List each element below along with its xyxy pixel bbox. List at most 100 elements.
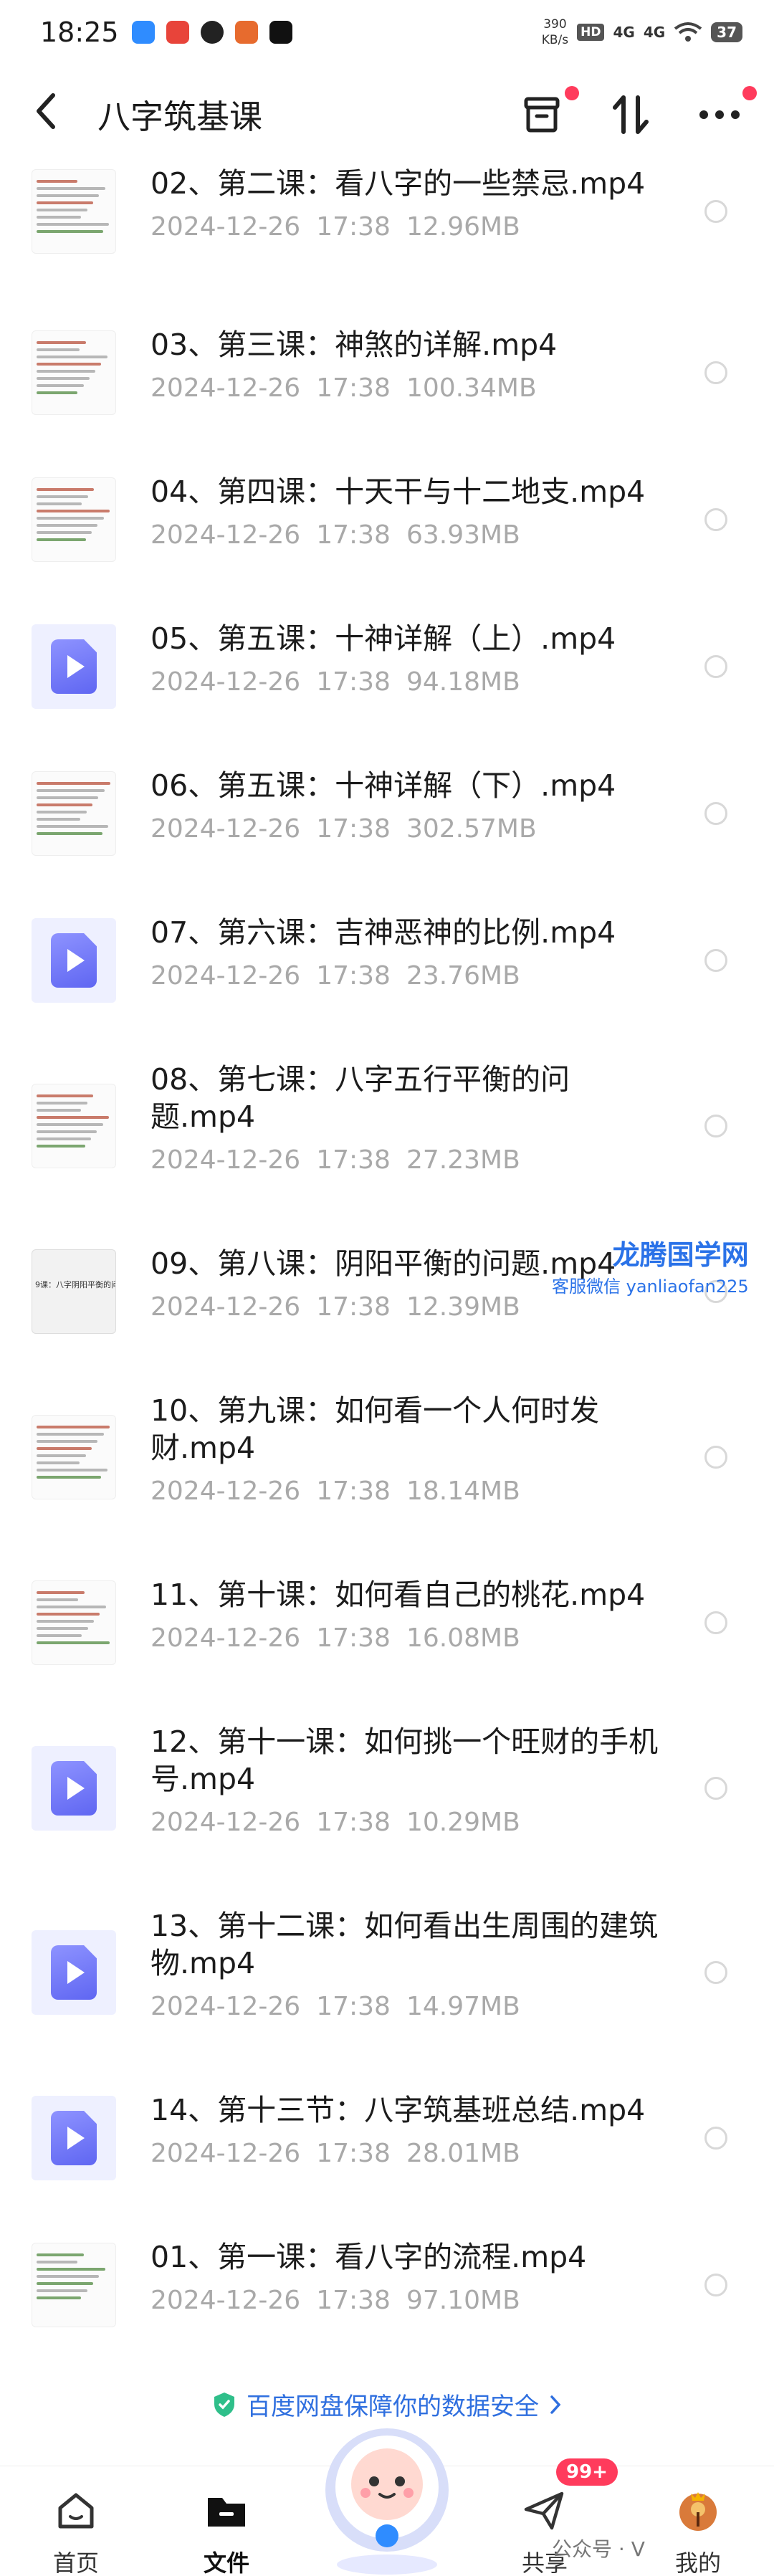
file-name: 10、第九课：如何看一个人何时发财.mp4	[150, 1393, 600, 1465]
select-radio[interactable]	[704, 2127, 727, 2150]
list-item[interactable]: 06、第五课：十神详解（下）.mp4 2024-12-26 17:38 302.57M…	[0, 745, 774, 892]
file-time: 17:38	[316, 1623, 391, 1653]
play-icon	[51, 1945, 97, 2000]
mascot-icon[interactable]	[308, 2415, 466, 2576]
thumbnail-line	[37, 2275, 100, 2278]
more-button[interactable]	[697, 86, 757, 138]
app-notification-icon	[131, 21, 155, 44]
file-size: 18.14MB	[406, 1477, 520, 1506]
select-radio[interactable]	[704, 1777, 727, 1800]
play-icon	[51, 933, 97, 988]
thumbnail-text: 9课：八字阴阳平衡的问	[35, 1280, 116, 1289]
file-date: 2024-12-26	[150, 1623, 301, 1653]
status-app-icons	[131, 21, 292, 44]
thumbnail-line	[37, 1627, 88, 1630]
file-date: 2024-12-26	[150, 1145, 301, 1175]
tab-files[interactable]: 文件	[176, 2488, 277, 2576]
select-radio[interactable]	[704, 949, 727, 972]
file-size: 10.29MB	[406, 1808, 520, 1837]
select-radio[interactable]	[704, 200, 727, 223]
net-speed: 390 KB/s	[541, 17, 569, 47]
thumbnail-line	[37, 2253, 84, 2256]
thumbnail-line	[37, 524, 98, 527]
select-radio[interactable]	[704, 1446, 727, 1469]
file-size: 23.76MB	[406, 961, 520, 991]
shield-icon	[214, 2392, 234, 2417]
video-thumbnail	[32, 771, 116, 856]
list-item[interactable]: 14、第十三节：八字筑基班总结.mp4 2024-12-26 17:38 28.01M…	[0, 2070, 774, 2217]
folder-icon	[208, 2498, 245, 2527]
thumbnail-line	[37, 811, 87, 814]
file-time: 17:38	[316, 520, 391, 550]
file-size: 94.18MB	[406, 667, 520, 697]
thumbnail-line	[37, 538, 86, 541]
video-file-icon	[32, 1930, 116, 2015]
list-item[interactable]: 05、第五课：十神详解（上）.mp4 2024-12-26 17:38 94.18MB	[0, 598, 774, 745]
tab-files-label: 文件	[203, 2549, 249, 2576]
notification-dot	[742, 86, 757, 100]
list-item[interactable]: 13、第十二课：如何看出生周围的建筑物.mp4 2024-12-26 17:38 14…	[0, 1886, 774, 2070]
select-radio[interactable]	[704, 508, 727, 531]
video-thumbnail	[32, 1415, 116, 1499]
thumbnail-line	[37, 384, 84, 387]
file-size: 16.08MB	[406, 1623, 520, 1653]
thumbnail-line	[37, 1145, 85, 1148]
file-meta: 2024-12-26 17:38 302.57MB	[150, 814, 537, 844]
video-thumbnail	[32, 477, 116, 562]
list-item[interactable]: 08、第七课：八字五行平衡的问题.mp4 2024-12-26 17:38 27.23…	[0, 1039, 774, 1223]
tab-mine[interactable]: 我的	[648, 2488, 748, 2576]
thumbnail-line	[37, 1634, 82, 1637]
thumbnail-line	[37, 187, 105, 190]
thumbnail-line	[37, 1598, 79, 1601]
more-icon	[699, 110, 740, 119]
list-item[interactable]: 07、第六课：吉神恶神的比例.mp4 2024-12-26 17:38 23.76MB	[0, 892, 774, 1039]
file-name: 13、第十二课：如何看出生周围的建筑物.mp4	[150, 1909, 659, 1980]
thumbnail-line	[37, 1447, 92, 1450]
thumbnail-line	[37, 1469, 108, 1471]
thumbnail-line	[37, 1130, 97, 1133]
video-thumbnail	[32, 169, 116, 254]
video-thumbnail	[32, 1580, 116, 1665]
tab-home[interactable]: 首页	[26, 2488, 126, 2576]
thumbnail-line	[37, 356, 108, 358]
select-radio[interactable]	[704, 2274, 727, 2296]
hd-badge: HD	[577, 24, 605, 41]
list-item[interactable]: 10、第九课：如何看一个人何时发财.mp4 2024-12-26 17:38 18.1…	[0, 1370, 774, 1555]
thumbnail-line	[37, 341, 86, 344]
sort-button[interactable]	[608, 92, 654, 138]
file-name: 14、第十三节：八字筑基班总结.mp4	[150, 2093, 646, 2127]
list-item[interactable]: 03、第三课：神煞的详解.mp4 2024-12-26 17:38 100.34MB	[0, 305, 774, 452]
signal-sim1: 4G	[613, 24, 635, 41]
select-radio[interactable]	[704, 655, 727, 678]
tab-share[interactable]: 共享	[494, 2488, 595, 2576]
thumbnail-line	[37, 1426, 110, 1428]
file-meta: 2024-12-26 17:38 27.23MB	[150, 1145, 520, 1175]
back-button[interactable]	[32, 90, 82, 140]
file-date: 2024-12-26	[150, 667, 301, 697]
list-item[interactable]: 12、第十一课：如何挑一个旺财的手机号.mp4 2024-12-26 17:38 10…	[0, 1702, 774, 1886]
list-item[interactable]: 04、第四课：十天干与十二地支.mp4 2024-12-26 17:38 63.93M…	[0, 452, 774, 598]
file-size: 63.93MB	[406, 520, 520, 550]
status-time: 18:25	[40, 16, 119, 48]
file-time: 17:38	[316, 961, 391, 991]
list-item[interactable]: 11、第十课：如何看自己的桃花.mp4 2024-12-26 17:38 16.08M…	[0, 1555, 774, 1702]
thumbnail-line	[37, 531, 92, 534]
select-radio[interactable]	[704, 1115, 727, 1137]
select-radio[interactable]	[704, 1961, 727, 1984]
select-radio[interactable]	[704, 802, 727, 825]
signal-sim2: 4G	[643, 24, 666, 41]
thumbnail-line	[37, 391, 78, 394]
file-name: 02、第二课：看八字的一些禁忌.mp4	[150, 166, 646, 201]
archive-button[interactable]	[519, 86, 579, 138]
file-date: 2024-12-26	[150, 814, 301, 844]
list-item[interactable]: 01、第一课：看八字的流程.mp4 2024-12-26 17:38 97.10MB	[0, 2217, 774, 2364]
thumbnail-line	[37, 370, 96, 373]
list-item[interactable]: 02、第二课：看八字的一些禁忌.mp4 2024-12-26 17:38 12.96M…	[0, 143, 774, 290]
select-radio[interactable]	[704, 361, 727, 384]
video-thumbnail	[32, 2243, 116, 2327]
file-date: 2024-12-26	[150, 1292, 301, 1322]
tiktok-icon	[269, 21, 292, 44]
thumbnail-line	[37, 216, 82, 219]
thumbnail-line	[37, 1433, 104, 1436]
select-radio[interactable]	[704, 1611, 727, 1634]
